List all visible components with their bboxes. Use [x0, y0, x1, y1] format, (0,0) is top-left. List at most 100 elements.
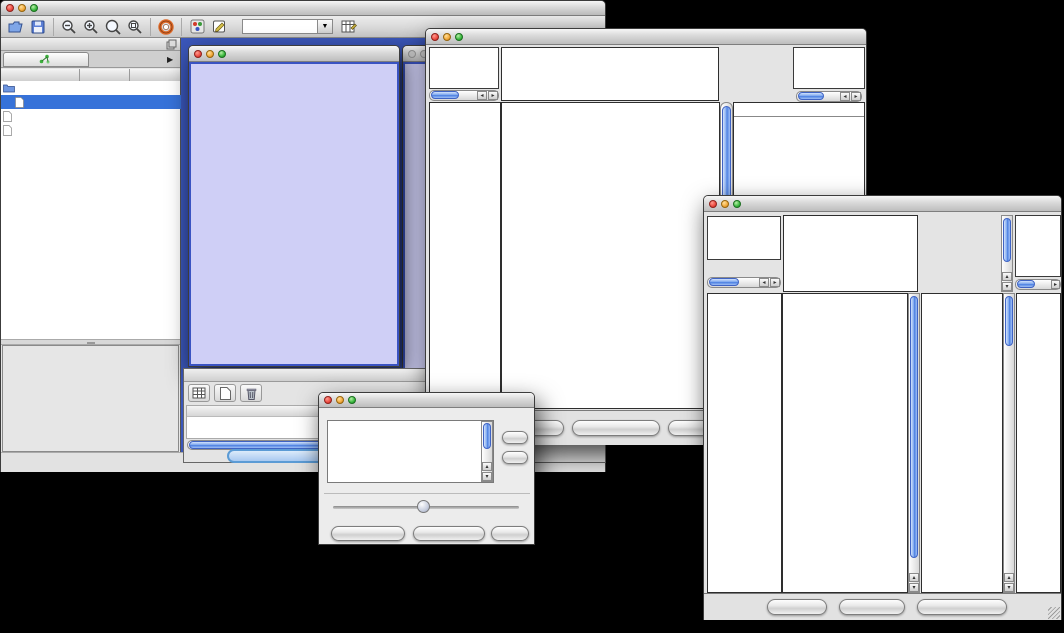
- treeview1-status-hscrollbar[interactable]: ◂ ▸: [429, 90, 499, 101]
- minimize-button[interactable]: [336, 396, 344, 404]
- tab-overflow-arrow[interactable]: ▶: [167, 55, 173, 64]
- create-vizmap-button[interactable]: [413, 526, 485, 541]
- treeview1-titlebar[interactable]: [426, 29, 866, 45]
- minimize-button[interactable]: [18, 4, 26, 12]
- zoom-button[interactable]: [348, 396, 356, 404]
- treeview2-heatmap[interactable]: [782, 293, 908, 593]
- attribute-table-icon[interactable]: [338, 18, 360, 36]
- tab-network[interactable]: [3, 52, 89, 67]
- scroll-up-arrow[interactable]: ▴: [1002, 272, 1012, 281]
- animation-slider-thumb[interactable]: [417, 500, 430, 513]
- close-button[interactable]: [324, 396, 332, 404]
- treeview1-hints-hscrollbar[interactable]: ◂ ▸: [796, 91, 862, 102]
- open-file-button[interactable]: [5, 18, 27, 36]
- scroll-left-arrow[interactable]: ◂: [759, 278, 769, 287]
- done-button[interactable]: [491, 526, 529, 541]
- scrollbar-thumb[interactable]: [1003, 218, 1011, 262]
- treeview2-titlebar[interactable]: [704, 196, 1061, 212]
- zoom-button[interactable]: [218, 50, 226, 58]
- treeview2-status-hscrollbar[interactable]: ◂ ▸: [707, 277, 781, 288]
- network-overview-canvas[interactable]: [3, 346, 178, 451]
- scroll-down-arrow[interactable]: ▾: [1004, 583, 1014, 592]
- treeview2-hints-hscrollbar[interactable]: ▸: [1015, 279, 1061, 290]
- new-attribute-icon[interactable]: [214, 384, 236, 402]
- scrollbar-thumb[interactable]: [1017, 280, 1035, 288]
- zoom-button[interactable]: [455, 33, 463, 41]
- treeview1-column-dendrogram[interactable]: [501, 47, 719, 101]
- table-row[interactable]: [1, 123, 181, 137]
- column-header-edges[interactable]: [130, 69, 180, 81]
- scrollbar-thumb[interactable]: [910, 296, 918, 558]
- treeview2-zoom-heatmap[interactable]: [921, 293, 1003, 593]
- help-lifebuoy-icon[interactable]: [155, 18, 177, 36]
- treeview2-zoom-vscrollbar[interactable]: ▴ ▾: [1003, 293, 1015, 593]
- network-window1-titlebar[interactable]: [189, 46, 399, 62]
- scroll-right-arrow[interactable]: ▸: [851, 92, 861, 101]
- scroll-up-arrow[interactable]: ▴: [1004, 573, 1014, 582]
- zoom-button[interactable]: [30, 4, 38, 12]
- zoom-selected-icon[interactable]: [124, 18, 146, 36]
- zoom-in-icon[interactable]: [80, 18, 102, 36]
- scrollbar-thumb[interactable]: [1005, 296, 1013, 346]
- close-button[interactable]: [194, 50, 202, 58]
- minimize-button[interactable]: [721, 200, 729, 208]
- scroll-down-arrow[interactable]: ▾: [909, 583, 919, 592]
- delete-attribute-trash-icon[interactable]: [240, 384, 262, 402]
- table-row[interactable]: [1, 109, 181, 123]
- network-overview-panel[interactable]: [2, 345, 179, 452]
- search-input[interactable]: [242, 19, 318, 34]
- node-attribute-browser-tab[interactable]: [227, 449, 327, 463]
- zoom-out-icon[interactable]: [58, 18, 80, 36]
- scrollbar-thumb[interactable]: [431, 91, 459, 99]
- scroll-left-arrow[interactable]: ◂: [840, 92, 850, 101]
- close-button[interactable]: [709, 200, 717, 208]
- treeview1-zoom-matrix[interactable]: [740, 122, 792, 170]
- tab-vizmapper[interactable]: [89, 52, 165, 67]
- column-header-nodes[interactable]: [80, 69, 130, 81]
- close-button[interactable]: [431, 33, 439, 41]
- column-header-network[interactable]: [1, 69, 80, 81]
- scroll-up-arrow[interactable]: ▴: [909, 573, 919, 582]
- scroll-left-arrow[interactable]: ◂: [477, 91, 487, 100]
- save-button[interactable]: [27, 18, 49, 36]
- zoom-fit-icon[interactable]: [102, 18, 124, 36]
- table-row[interactable]: [1, 81, 181, 95]
- scrollbar-thumb[interactable]: [798, 92, 824, 100]
- scroll-up-arrow[interactable]: ▴: [482, 462, 492, 471]
- save-data-button[interactable]: [839, 599, 905, 615]
- table-row-selected[interactable]: [1, 95, 181, 109]
- scroll-down-arrow[interactable]: ▾: [1002, 282, 1012, 291]
- treeview1-row-dendrogram[interactable]: [429, 102, 501, 409]
- map-dialog-titlebar[interactable]: [319, 393, 534, 408]
- scroll-right-arrow[interactable]: ▸: [488, 91, 498, 100]
- scroll-down-arrow[interactable]: ▾: [482, 472, 492, 481]
- move-up-button[interactable]: [502, 431, 528, 444]
- treeview2-top-vscrollbar[interactable]: ▴ ▾: [1001, 215, 1013, 292]
- export-graphics-button[interactable]: [572, 420, 660, 436]
- minimize-button[interactable]: [443, 33, 451, 41]
- attribute-listbox[interactable]: ▴ ▾: [327, 420, 494, 483]
- vizmapper-palette-icon[interactable]: [186, 18, 208, 36]
- network-view1-canvas[interactable]: [191, 64, 397, 364]
- scrollbar-thumb[interactable]: [709, 278, 739, 286]
- search-dropdown-button[interactable]: ▼: [318, 19, 333, 34]
- move-down-button[interactable]: [502, 451, 528, 464]
- close-button[interactable]: [6, 4, 14, 12]
- annotation-icon[interactable]: [208, 18, 230, 36]
- minimize-button[interactable]: [206, 50, 214, 58]
- treeview2-row-dendrogram[interactable]: [707, 293, 782, 593]
- export-graphics-button[interactable]: [917, 599, 1007, 615]
- resize-grip[interactable]: [1048, 607, 1060, 619]
- zoom-button[interactable]: [733, 200, 741, 208]
- animate-vizmap-button[interactable]: [331, 526, 405, 541]
- main-titlebar[interactable]: [1, 1, 605, 16]
- select-attributes-icon[interactable]: [188, 384, 210, 402]
- treeview1-heatmap[interactable]: [501, 102, 720, 409]
- scroll-right-arrow[interactable]: ▸: [770, 278, 780, 287]
- settings-button[interactable]: [767, 599, 827, 615]
- close-button[interactable]: [408, 50, 416, 58]
- scroll-right-arrow[interactable]: ▸: [1051, 280, 1060, 289]
- attribute-list-vscrollbar[interactable]: ▴ ▾: [481, 421, 493, 482]
- scrollbar-thumb[interactable]: [483, 423, 491, 449]
- treeview2-vscrollbar[interactable]: ▴ ▾: [908, 293, 920, 593]
